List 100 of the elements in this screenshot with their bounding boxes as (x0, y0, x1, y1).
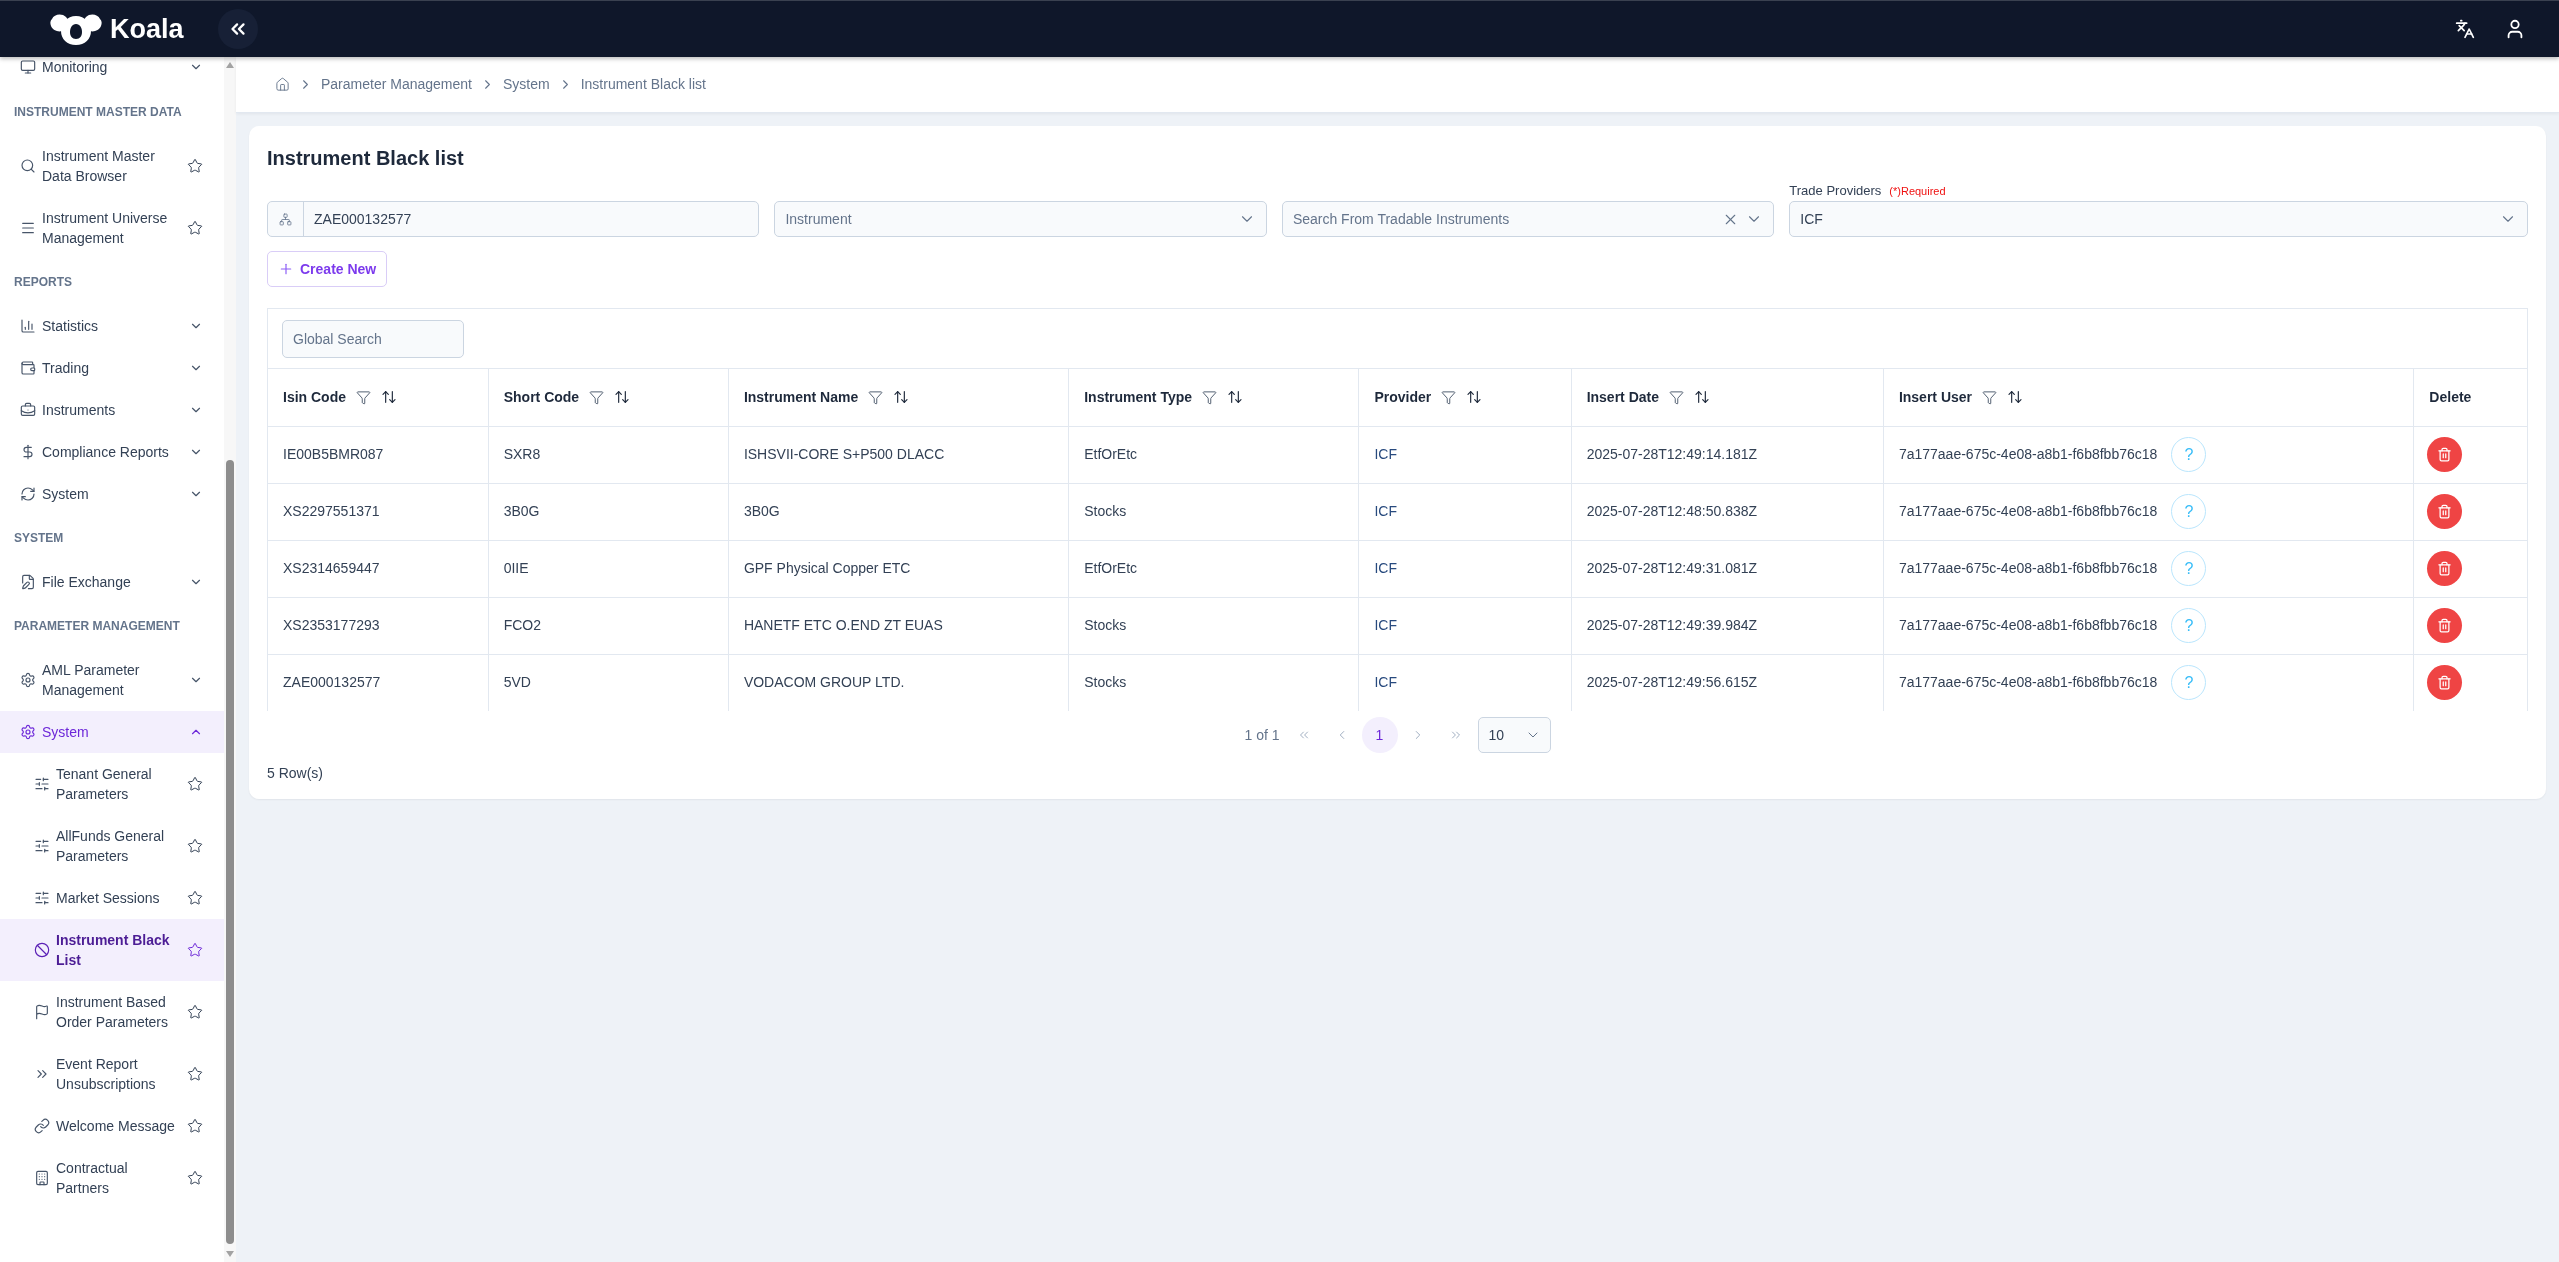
bar-chart-icon (20, 318, 36, 334)
star-icon[interactable] (187, 220, 203, 236)
table-cell-text: 7a177aae-675c-4e08-a8b1-f6b8fbb76c18 (1898, 673, 2158, 693)
collapse-sidebar-button[interactable] (218, 9, 258, 49)
sidebar-group[interactable]: AML Parameter Management (0, 649, 224, 711)
sidebar-link[interactable]: AllFunds General Parameters (0, 815, 224, 877)
page-size-select[interactable]: 10 (1477, 717, 1551, 753)
delete-button[interactable] (2427, 551, 2463, 586)
filter-icon[interactable] (1441, 389, 1457, 405)
column-header: Short Code (503, 387, 580, 407)
filter-icon[interactable] (589, 389, 605, 405)
sidebar-group[interactable]: Trading (0, 347, 224, 389)
settings-icon (20, 672, 36, 688)
select-field[interactable]: Instrument (774, 201, 1267, 237)
global-search-field[interactable]: Global Search (282, 319, 464, 358)
code-input[interactable]: ZAE000132577 (267, 201, 760, 237)
delete-button[interactable] (2427, 665, 2463, 701)
table-cell: Stocks (1068, 597, 1359, 654)
sidebar-link[interactable]: Market Sessions (0, 877, 224, 919)
trash-icon (2437, 618, 2453, 633)
trash-icon (2437, 675, 2453, 691)
provider-cell: ICF (1358, 597, 1572, 654)
table-cell: SXR8 (488, 426, 729, 483)
page-button[interactable]: 1 (1361, 717, 1398, 753)
sidebar-link[interactable]: Instrument Black List (0, 919, 224, 981)
dollar-icon (20, 444, 36, 460)
sidebar-section-title: REPORTS (14, 274, 72, 291)
link-icon (34, 1118, 50, 1134)
filter-icon[interactable] (868, 389, 884, 405)
sort-icon[interactable] (2007, 389, 2024, 406)
sort-icon[interactable] (1694, 389, 1710, 406)
sort-icon[interactable] (1227, 389, 1244, 406)
create-new-button[interactable]: Create New (267, 251, 388, 287)
sidebar-group[interactable]: System (0, 711, 224, 753)
column-header: Insert Date (1586, 387, 1659, 407)
filter-icon[interactable] (1669, 389, 1684, 405)
breadcrumb-link[interactable]: System (502, 74, 550, 95)
sidebar-link[interactable]: Instrument Based Order Parameters (0, 981, 224, 1043)
filter-icon[interactable] (356, 389, 371, 405)
building-icon (34, 1170, 50, 1186)
sidebar-link[interactable]: Instrument Master Data Browser (0, 135, 224, 197)
hierarchy-icon (279, 212, 292, 226)
sidebar-link[interactable]: Instrument Universe Management (0, 197, 224, 259)
sort-icon[interactable] (893, 389, 910, 406)
breadcrumb-link[interactable]: Parameter Management (321, 74, 472, 95)
sort-icon[interactable] (381, 389, 397, 406)
sidebar-group[interactable]: File Exchange (0, 561, 224, 603)
breadcrumb-link[interactable]: Instrument Black list (580, 74, 706, 95)
delete-button[interactable] (2427, 437, 2463, 472)
column-header: Instrument Name (743, 387, 859, 407)
column-header: Delete (2429, 387, 2472, 407)
sidebar-section-title: PARAMETER MANAGEMENT (14, 618, 180, 635)
provider-cell: ICF (1358, 540, 1572, 597)
table-cell: 2025-07-28T12:49:31.081Z (1571, 540, 1884, 597)
delete-button[interactable] (2427, 494, 2463, 529)
sidebar-link[interactable]: Event Report Unsubscriptions (0, 1043, 224, 1105)
refresh-icon (20, 486, 36, 502)
scroll-up-icon[interactable] (226, 62, 234, 68)
file-pen-icon (20, 574, 36, 590)
sidebar-section-title: SYSTEM (14, 530, 64, 547)
filter-icon[interactable] (1202, 389, 1218, 405)
sliders-icon (34, 838, 50, 854)
scrollbar[interactable] (224, 57, 236, 1262)
search-select-field[interactable]: Search From Tradable Instruments (1281, 201, 1775, 237)
table-cell: 0IIE (488, 540, 729, 597)
star-icon[interactable] (187, 942, 203, 958)
star-icon[interactable] (187, 1066, 203, 1082)
sidebar-link[interactable]: Contractual Partners (0, 1147, 224, 1209)
star-icon[interactable] (187, 838, 203, 854)
table-cell: GPF Physical Copper ETC (728, 540, 1069, 597)
sidebar-group[interactable]: Statistics (0, 305, 224, 347)
koala-logo-icon (50, 13, 102, 45)
sidebar-group[interactable]: Compliance Reports (0, 431, 224, 473)
sliders-icon (34, 890, 50, 906)
select-field[interactable]: ICF (1789, 201, 2528, 237)
star-icon[interactable] (187, 890, 203, 906)
scrollbar-thumb[interactable] (226, 460, 234, 1244)
trash-icon (2437, 561, 2453, 576)
home-icon[interactable] (275, 77, 290, 92)
column-header: Provider (1374, 387, 1432, 407)
star-icon[interactable] (187, 776, 203, 792)
delete-button[interactable] (2427, 608, 2463, 643)
table-cell-text: 7a177aae-675c-4e08-a8b1-f6b8fbb76c18 (1898, 559, 2158, 578)
sort-icon[interactable] (1466, 389, 1483, 406)
sidebar-link[interactable]: Tenant General Parameters (0, 753, 224, 815)
star-icon[interactable] (187, 1004, 203, 1020)
star-icon[interactable] (187, 1118, 203, 1134)
star-icon[interactable] (187, 158, 203, 174)
table-cell: 2025-07-28T12:49:14.181Z (1571, 426, 1884, 483)
sidebar-group[interactable]: Monitoring (0, 57, 224, 89)
sidebar-group[interactable]: System (0, 473, 224, 515)
table-cell: IE00B5BMR087 (268, 426, 489, 483)
filter-icon[interactable] (1982, 389, 1998, 405)
sort-icon[interactable] (614, 389, 631, 406)
menu-icon (20, 220, 36, 236)
star-icon[interactable] (187, 1170, 203, 1186)
sidebar-group[interactable]: Instruments (0, 389, 224, 431)
sidebar-link[interactable]: Welcome Message (0, 1105, 224, 1147)
scroll-down-icon[interactable] (226, 1251, 234, 1257)
table-cell-text: 7a177aae-675c-4e08-a8b1-f6b8fbb76c18 (1898, 445, 2158, 464)
